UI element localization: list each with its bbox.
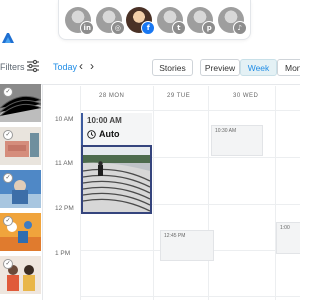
select-checkbox-icon[interactable]: ✓ [3,173,13,183]
profile-twitter[interactable]: t [156,6,186,35]
profile-facebook[interactable]: f [126,6,156,35]
media-thumbnail[interactable]: ✓ [0,170,41,208]
slot-time: 12:45 PM [164,233,186,239]
media-library-column: ✓ ✓ ✓ ✓ ✓ [0,84,43,300]
grid-line [275,86,276,300]
content-calendar-app: in ◎ f t p ♪ Filters Today ‹ › Stories P… [0,0,300,300]
today-link[interactable]: Today [53,62,77,72]
month-view-button[interactable]: Mon [277,59,300,76]
time-slot[interactable]: 12:45 PM [160,230,214,261]
day-header-mon: 28 MON [99,93,125,99]
tiktok-icon: ♪ [232,20,247,35]
app-logo-icon[interactable] [0,30,16,46]
stories-button[interactable]: Stories [152,59,193,76]
select-checkbox-icon[interactable]: ✓ [3,259,13,269]
next-week-icon[interactable]: › [90,60,94,72]
select-checkbox-icon[interactable]: ✓ [3,216,13,226]
filter-sliders-icon[interactable] [26,59,40,73]
time-slot[interactable]: 1:00 [276,222,300,254]
media-thumbnail[interactable]: ✓ [0,256,41,294]
grid-line [208,86,209,300]
time-slot[interactable]: 10:30 AM [211,125,263,156]
media-thumbnail[interactable]: ✓ [0,84,41,122]
select-checkbox-icon[interactable]: ✓ [3,87,13,97]
post-image [83,147,150,212]
grid-line [153,86,154,300]
hour-label: 1 PM [55,250,71,257]
linkedin-icon: in [80,20,95,35]
auto-label: Auto [99,129,120,139]
day-header-wed: 30 WED [233,93,259,99]
auto-publish-row: Auto [87,129,152,139]
hour-label: 11 AM [55,160,73,167]
week-view-button[interactable]: Week [240,59,277,76]
profile-linkedin[interactable]: in [65,6,95,35]
media-thumbnail[interactable]: ✓ [0,127,41,165]
prev-week-icon[interactable]: ‹ [79,60,83,72]
media-thumbnail[interactable]: ✓ [0,213,41,251]
profile-tiktok[interactable]: ♪ [217,6,247,35]
instagram-icon: ◎ [110,20,125,35]
pinterest-icon: p [202,20,217,35]
select-checkbox-icon[interactable]: ✓ [3,130,13,140]
facebook-icon: f [141,20,156,35]
scheduled-post-card[interactable]: 10:00 AM Auto [81,113,152,145]
preview-button[interactable]: Preview [200,59,240,76]
hour-label: 10 AM [55,116,74,123]
post-time: 10:00 AM [87,116,122,125]
day-header-tue: 29 TUE [167,93,191,99]
social-profile-selector: in ◎ f t p ♪ [58,0,251,40]
grid-line [80,110,300,111]
hour-label: 12 PM [55,205,74,212]
twitter-icon: t [171,20,186,35]
post-media-preview[interactable] [81,145,152,214]
auto-clock-icon [87,129,96,139]
filters-label[interactable]: Filters [0,62,25,72]
profile-pinterest[interactable]: p [187,6,217,35]
slot-time: 10:30 AM [215,128,237,134]
slot-time: 1:00 [280,225,290,231]
profile-instagram[interactable]: ◎ [95,6,125,35]
grid-line [80,296,300,297]
